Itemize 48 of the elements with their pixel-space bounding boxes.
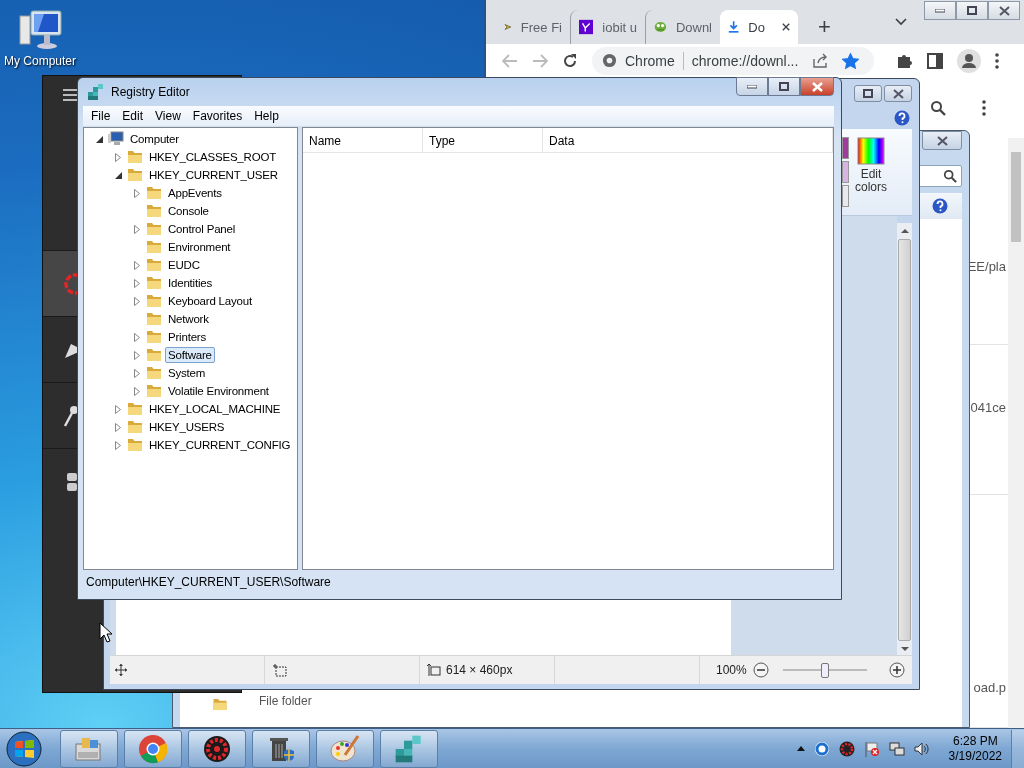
- file-name[interactable]: 041ce: [970, 400, 1006, 415]
- tree-item[interactable]: HKEY_CURRENT_USER: [146, 167, 281, 183]
- site-label: Chrome: [625, 52, 675, 69]
- menu-item[interactable]: File: [85, 109, 117, 123]
- column-header[interactable]: Type: [423, 128, 543, 152]
- menu-item[interactable]: Favorites: [186, 109, 249, 123]
- tab-title: Downl: [675, 19, 712, 35]
- window-title: Registry Editor: [111, 85, 191, 99]
- menu-item[interactable]: View: [149, 109, 187, 123]
- tree-item[interactable]: Software: [165, 347, 215, 363]
- tab-title: Free Fi: [520, 19, 562, 35]
- tree-item[interactable]: Keyboard Layout: [165, 293, 255, 309]
- tree-item[interactable]: Identities: [165, 275, 216, 291]
- tree-item[interactable]: Console: [165, 203, 212, 219]
- tree-item[interactable]: AppEvents: [165, 185, 225, 201]
- tree-item[interactable]: Control Panel: [165, 221, 239, 237]
- clock-time: 6:28 PM: [952, 733, 998, 749]
- address-bar[interactable]: Chrome chrome://downl...: [592, 46, 874, 75]
- tree-item[interactable]: EUDC: [165, 257, 203, 273]
- file-name[interactable]: oad.p: [973, 680, 1006, 695]
- column-header[interactable]: Data: [543, 128, 833, 152]
- tree-item[interactable]: HKEY_CURRENT_CONFIG: [146, 437, 294, 453]
- clock[interactable]: 6:28 PM 3/19/2022: [948, 733, 1002, 764]
- browser-tab[interactable]: Do: [720, 10, 798, 44]
- edit-colors-button[interactable]: Edit colors: [851, 137, 891, 194]
- image-size: 614 × 460px: [446, 663, 513, 677]
- tree-item[interactable]: HKEY_CLASSES_ROOT: [146, 149, 279, 165]
- tree-item[interactable]: Printers: [165, 329, 210, 345]
- file-type: File folder: [259, 694, 312, 708]
- tab-title: Do: [748, 19, 765, 35]
- status-text: Computer\HKEY_CURRENT_USER\Software: [86, 575, 331, 589]
- new-tab-button[interactable]: +: [818, 16, 831, 38]
- menu-item[interactable]: Help: [248, 109, 285, 123]
- clock-date: 3/19/2022: [948, 748, 1002, 764]
- tree-item[interactable]: HKEY_LOCAL_MACHINE: [146, 401, 284, 417]
- url-text: chrome://downl...: [691, 52, 799, 69]
- tree-item[interactable]: Volatile Environment: [165, 383, 272, 399]
- tree-item[interactable]: Environment: [165, 239, 234, 255]
- tree-item[interactable]: HKEY_USERS: [146, 419, 228, 435]
- column-header[interactable]: Name: [303, 128, 423, 152]
- tree-item[interactable]: System: [165, 365, 209, 381]
- icon-label[interactable]: My Computer: [4, 54, 76, 68]
- zoom-level: 100%: [716, 663, 747, 677]
- tree-item[interactable]: Network: [165, 311, 212, 327]
- menu-item[interactable]: Edit: [116, 109, 150, 123]
- browser-tab[interactable]: Free Fi: [496, 10, 570, 44]
- tab-title: iobit u: [602, 19, 637, 35]
- tree-item[interactable]: Computer: [127, 131, 182, 147]
